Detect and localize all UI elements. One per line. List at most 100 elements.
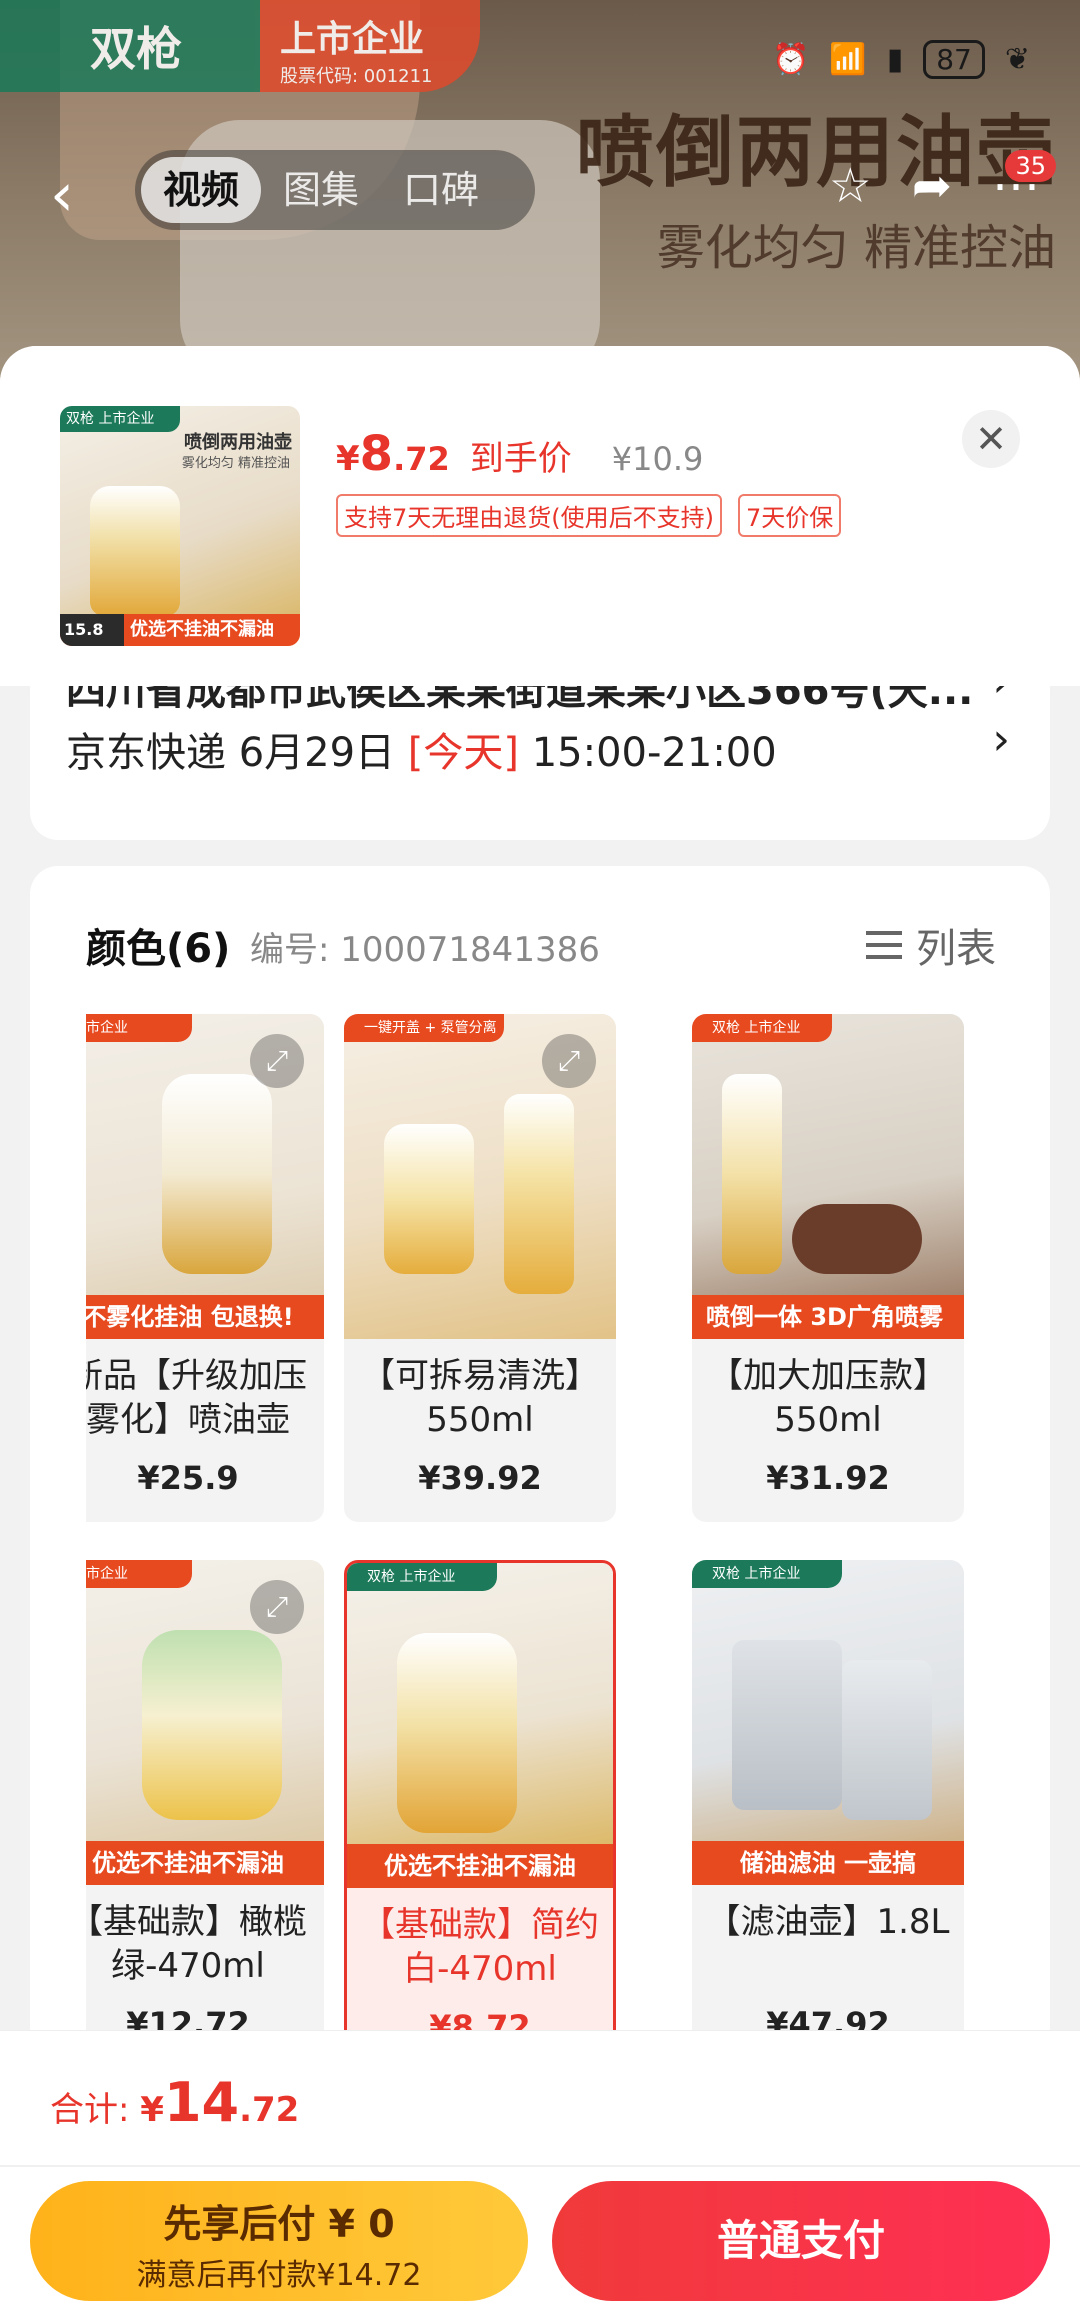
- battery-level: 87: [923, 40, 985, 79]
- zoom-icon[interactable]: ⤢: [542, 1034, 596, 1088]
- option-price: ¥31.92: [766, 1459, 890, 1497]
- total-amount: 合计: ¥14.72: [50, 2071, 299, 2134]
- purchase-sheet: 双枪 上市企业 喷倒两用油壶 雾化均匀 精准控油 15.8 优选不挂油不漏油 ¥…: [0, 346, 1080, 2310]
- option-name: 【基础款】橄榄 绿-470ml: [86, 1902, 307, 1986]
- total-label: 合计:: [50, 2090, 141, 2130]
- total-currency: ¥: [140, 2090, 164, 2130]
- option-food-shape: [792, 1204, 922, 1274]
- total-dec: .72: [239, 2090, 300, 2130]
- stock-code: 股票代码: 001211: [280, 66, 433, 87]
- final-price: ¥8.72: [336, 426, 450, 482]
- service-tags: 支持7天无理由退货(使用后不支持) 7天价保: [336, 494, 842, 537]
- option-price: ¥25.9: [137, 1459, 239, 1497]
- cart-count-badge: 35: [1005, 150, 1056, 182]
- color-option-image: 双枪 上市企业 储油滤油 一壶搞: [692, 1560, 964, 1885]
- thumb-footer: 15.8 优选不挂油不漏油: [60, 614, 300, 646]
- option-brand-tag: 双枪 上市企业: [692, 1560, 842, 1588]
- color-option-card[interactable]: 双枪 上市企业 喷倒一体 3D广角喷雾 【加大加压款】 550ml ¥31.92: [692, 1014, 964, 1522]
- product-code: 编号: 100071841386: [250, 930, 600, 970]
- color-option-image: 双枪 上市企业 优选不挂油不漏油: [347, 1563, 613, 1888]
- option-footer: 储油滤油 一壶搞: [692, 1841, 964, 1885]
- price-label: 到手价: [469, 439, 572, 479]
- option-footer: 喷倒一体 3D广角喷雾: [692, 1295, 964, 1339]
- checkout-bar: 合计: ¥14.72 先享后付 ¥ 0 满意后再付款¥14.72 普通支付: [0, 2030, 1080, 2310]
- delivery-prefix: 京东快递 6月29日: [66, 730, 408, 776]
- thumb-bottle: [90, 486, 180, 616]
- zoom-icon[interactable]: ⤢: [250, 1034, 304, 1088]
- thumb-brand: 双枪 上市企业: [60, 406, 180, 432]
- option-product-shape: [732, 1640, 842, 1810]
- tab-video[interactable]: 视频: [141, 157, 262, 223]
- status-bar: ⏰ 📶 ▮ 87 ❦: [772, 40, 1030, 79]
- back-button[interactable]: ‹: [50, 160, 74, 230]
- product-thumbnail[interactable]: 双枪 上市企业 喷倒两用油壶 雾化均匀 精准控油 15.8 优选不挂油不漏油: [60, 406, 300, 646]
- normal-pay-button[interactable]: 普通支付: [552, 2181, 1050, 2301]
- share-icon[interactable]: ➦: [912, 158, 952, 214]
- option-product-shape-2: [504, 1094, 574, 1294]
- divider: [0, 2165, 1080, 2167]
- list-view-label: 列表: [916, 926, 996, 972]
- color-option-card[interactable]: 上市企业 ⤢ 优选不挂油不漏油 【基础款】橄榄 绿-470ml ¥12.72: [86, 1560, 324, 2068]
- price-int: 8: [359, 426, 394, 482]
- option-footer: 优选不挂油不漏油: [347, 1844, 613, 1888]
- list-view-toggle[interactable]: 列表: [866, 916, 996, 974]
- top-nav: ‹ 视频 图集 口碑 ☆ ➦ ⋯ 35: [0, 150, 1080, 230]
- original-price: ¥10.9: [611, 440, 704, 478]
- option-brand-tag: 上市企业: [86, 1014, 192, 1042]
- listed-badge: 上市企业 股票代码: 001211: [260, 0, 480, 92]
- color-option-image: 一键开盖 + 泵管分离 ⤢: [344, 1014, 616, 1339]
- option-brand-tag: 上市企业: [86, 1560, 192, 1588]
- color-option-card[interactable]: 双枪 上市企业 储油滤油 一壶搞 【滤油壶】1.8L ¥47.92: [692, 1560, 964, 2068]
- tab-reviews[interactable]: 口碑: [381, 157, 501, 223]
- sim-icon: ▮: [886, 42, 904, 77]
- price-dec: .72: [393, 440, 450, 478]
- thumb-footer-text: 优选不挂油不漏油: [130, 619, 274, 640]
- address-card[interactable]: 四川省成都市武侯区某某街道某某小区366号(天... › 京东快递 6月29日 …: [30, 662, 1050, 840]
- color-option-card[interactable]: 一键开盖 + 泵管分离 ⤢ 【可拆易清洗】 550ml ¥39.92: [344, 1014, 616, 1522]
- favorite-star-icon[interactable]: ☆: [829, 158, 872, 214]
- delivery-today: [今天]: [407, 730, 519, 776]
- option-product-shape: [397, 1633, 517, 1833]
- tab-gallery[interactable]: 图集: [261, 157, 381, 223]
- price-row: ¥8.72 到手价 ¥10.9: [336, 426, 703, 482]
- wifi-icon: 📶: [829, 42, 867, 77]
- option-brand-tag: 一键开盖 + 泵管分离: [344, 1014, 504, 1042]
- option-product-shape: [722, 1074, 782, 1274]
- color-option-card-selected[interactable]: 双枪 上市企业 优选不挂油不漏油 【基础款】简约 白-470ml ¥8.72: [344, 1560, 616, 2068]
- pay-later-title: 先享后付 ¥ 0: [163, 2202, 395, 2246]
- color-option-card[interactable]: 上市企业 ⤢ 不雾化挂油 包退换! 新品【升级加压 雾化】喷油壶 ¥25.9: [86, 1014, 324, 1522]
- listed-label: 上市企业: [280, 19, 425, 60]
- thumb-subtitle: 雾化均匀 精准控油: [181, 456, 290, 471]
- option-price: ¥39.92: [418, 1459, 542, 1497]
- option-name: 【基础款】简约 白-470ml: [361, 1905, 599, 1989]
- delivery-info: 京东快递 6月29日 [今天] 15:00-21:00: [66, 720, 777, 778]
- pay-later-button[interactable]: 先享后付 ¥ 0 满意后再付款¥14.72: [30, 2181, 528, 2301]
- price-currency: ¥: [336, 439, 360, 479]
- option-name: 【加大加压款】 550ml: [709, 1356, 947, 1440]
- delivery-time: 15:00-21:00: [519, 730, 777, 776]
- option-name: 【可拆易清洗】 550ml: [361, 1356, 599, 1440]
- price-protect-tag: 7天价保: [738, 494, 842, 537]
- close-icon[interactable]: ✕: [962, 410, 1020, 468]
- option-brand-tag: 双枪 上市企业: [692, 1014, 832, 1042]
- delivery-chevron-icon[interactable]: ›: [992, 714, 1010, 765]
- brand-banner: 双枪 上市企业 股票代码: 001211: [0, 0, 480, 92]
- thumb-title: 喷倒两用油壶: [184, 432, 292, 453]
- option-product-shape: [142, 1630, 282, 1820]
- total-int: 14: [163, 2071, 240, 2134]
- option-brand-tag: 双枪 上市企业: [347, 1563, 497, 1591]
- alarm-icon: ⏰: [771, 42, 810, 77]
- color-option-image: 双枪 上市企业 喷倒一体 3D广角喷雾: [692, 1014, 964, 1339]
- option-product-shape: [162, 1074, 272, 1274]
- brand-name: 双枪: [0, 0, 260, 92]
- color-option-image: 上市企业 ⤢ 不雾化挂油 包退换!: [86, 1014, 324, 1339]
- list-icon: [866, 927, 902, 963]
- color-section-title: 颜色(6): [86, 926, 231, 972]
- option-name: 新品【升级加压 雾化】喷油壶: [86, 1356, 307, 1440]
- zoom-icon[interactable]: ⤢: [250, 1580, 304, 1634]
- option-footer: 优选不挂油不漏油: [86, 1841, 324, 1885]
- media-tabs: 视频 图集 口碑: [135, 150, 535, 230]
- sheet-header: 双枪 上市企业 喷倒两用油壶 雾化均匀 精准控油 15.8 优选不挂油不漏油 ¥…: [0, 346, 1080, 686]
- pay-later-subtitle: 满意后再付款¥14.72: [136, 2258, 422, 2293]
- option-product-shape: [384, 1124, 474, 1274]
